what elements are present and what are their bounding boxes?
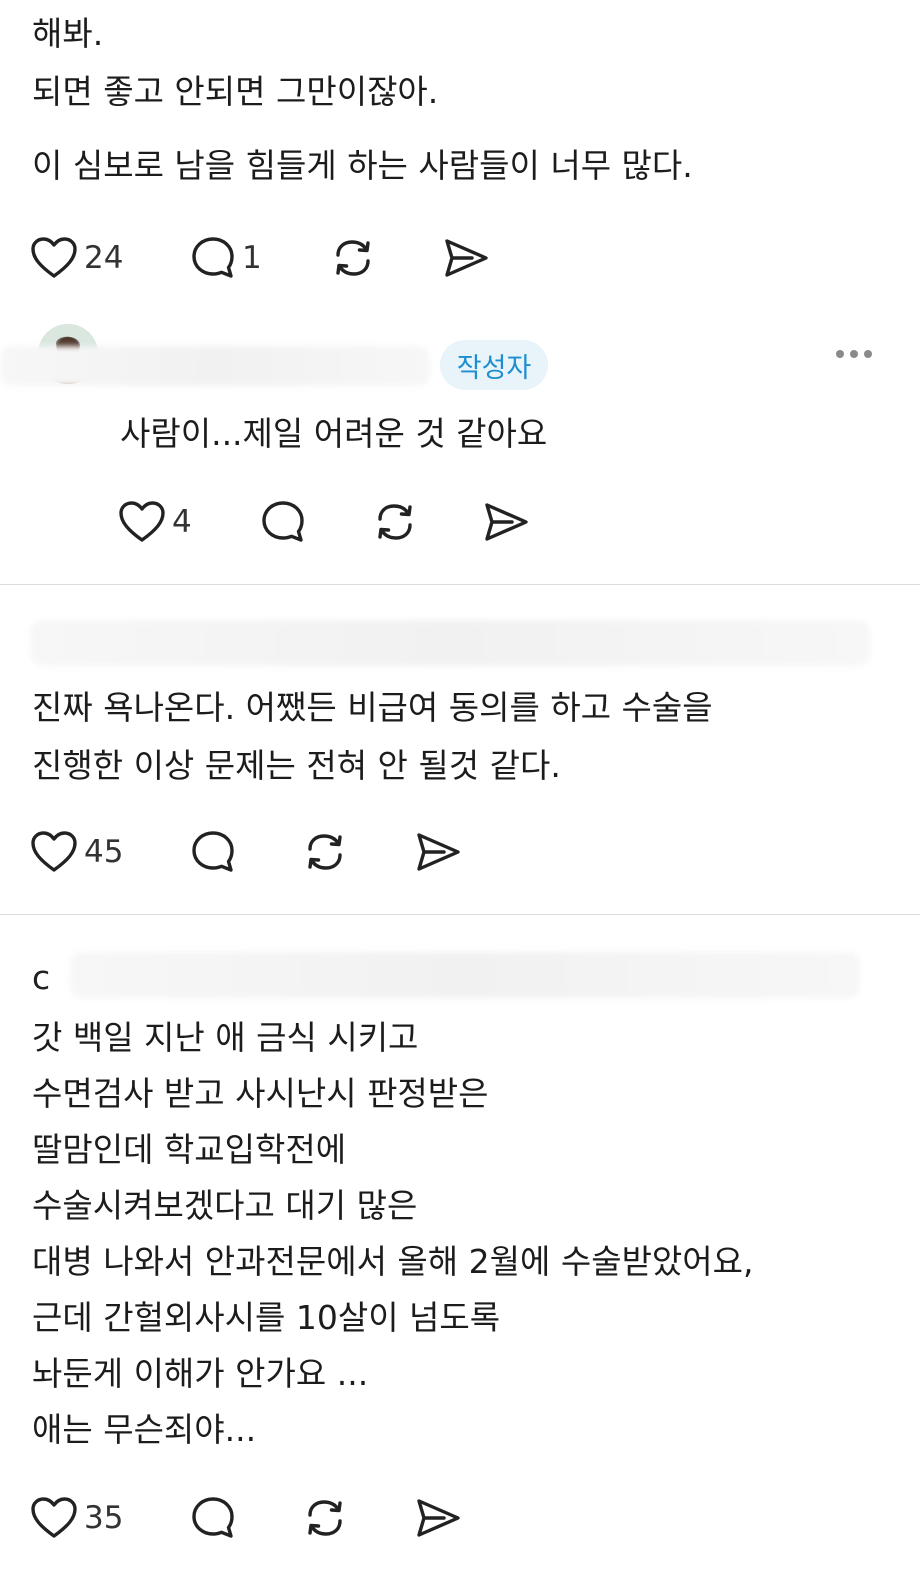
- heart-icon: [31, 1497, 77, 1538]
- author-name-blurred: [0, 346, 430, 386]
- heart-icon: [31, 831, 77, 872]
- post2-actions: 45: [30, 822, 470, 882]
- post3-like-count: 35: [84, 1500, 124, 1536]
- post3-line-7: 놔둔게 이해가 안가요 ...: [32, 1354, 369, 1393]
- post3-handle[interactable]: c: [32, 958, 50, 997]
- post2-comment-button[interactable]: [190, 822, 236, 882]
- post2-like-button[interactable]: 45: [30, 822, 123, 882]
- author-badge: 작성자: [440, 340, 548, 390]
- post3-line-6: 근데 간헐외사시를 10살이 넘도록: [32, 1298, 501, 1337]
- send-icon: [445, 239, 488, 277]
- post3-line-3: 딸맘인데 학교입학전에: [32, 1130, 347, 1169]
- more-options-button[interactable]: [836, 350, 872, 358]
- repost-arrows-icon: [308, 1500, 342, 1536]
- repost-arrows-icon: [378, 504, 412, 540]
- send-icon: [417, 833, 460, 871]
- comment-bubble-icon: [262, 501, 304, 542]
- send-icon: [485, 503, 528, 541]
- comment-bubble-icon: [192, 237, 234, 278]
- repost-button[interactable]: [328, 228, 378, 288]
- post3-line-1: 갓 백일 지난 애 금식 시키고: [32, 1018, 419, 1057]
- reply-comment-button[interactable]: [260, 492, 306, 552]
- like-button[interactable]: 24: [30, 228, 123, 288]
- like-count: 24: [84, 240, 124, 276]
- post3-share-button[interactable]: [414, 1488, 462, 1548]
- post2-like-count: 45: [84, 834, 124, 870]
- reply-share-button[interactable]: [482, 492, 530, 552]
- post1-line-1: 해봐.: [32, 14, 104, 53]
- comment-bubble-icon: [192, 831, 234, 872]
- reply-actions: 4: [118, 492, 538, 552]
- reply-text: 사람이...제일 어려운 것 같아요: [120, 414, 548, 453]
- reply-like-button[interactable]: 4: [118, 492, 192, 552]
- post3-line-8: 애는 무슨죄야...: [32, 1410, 257, 1449]
- post2-line-1: 진짜 욕나온다. 어쨌든 비급여 동의를 하고 수술을: [32, 688, 713, 727]
- post3-like-button[interactable]: 35: [30, 1488, 123, 1548]
- post1-line-3: 이 심보로 남을 힘들게 하는 사람들이 너무 많다.: [32, 146, 693, 185]
- post2-line-2: 진행한 이상 문제는 전혀 안 될것 같다.: [32, 746, 561, 785]
- post3-repost-button[interactable]: [300, 1488, 350, 1548]
- repost-arrows-icon: [336, 240, 370, 276]
- send-icon: [417, 1499, 460, 1537]
- heart-icon: [119, 501, 165, 542]
- post2-header-blurred: [30, 620, 870, 666]
- comment-count: 1: [242, 240, 262, 276]
- more-dots-icon: [836, 350, 844, 358]
- post3-actions: 35: [30, 1488, 470, 1548]
- post3-line-5: 대병 나와서 안과전문에서 올해 2월에 수술받았어요,: [32, 1242, 754, 1281]
- share-button[interactable]: [442, 228, 490, 288]
- post3-header-blurred: [70, 952, 860, 998]
- post3-line-4: 수술시켜보겠다고 대기 많은: [32, 1186, 418, 1225]
- comment-button[interactable]: 1: [190, 228, 262, 288]
- divider: [0, 584, 920, 585]
- comment-bubble-icon: [192, 1497, 234, 1538]
- post2-repost-button[interactable]: [300, 822, 350, 882]
- repost-arrows-icon: [308, 834, 342, 870]
- post3-comment-button[interactable]: [190, 1488, 236, 1548]
- post1-line-2: 되면 좋고 안되면 그만이잖아.: [32, 72, 439, 111]
- reply-repost-button[interactable]: [370, 492, 420, 552]
- post3-line-2: 수면검사 받고 사시난시 판정받은: [32, 1074, 489, 1113]
- post1-actions: 24 1: [30, 228, 530, 288]
- post2-share-button[interactable]: [414, 822, 462, 882]
- divider: [0, 914, 920, 915]
- heart-icon: [31, 237, 77, 278]
- reply-like-count: 4: [172, 504, 192, 540]
